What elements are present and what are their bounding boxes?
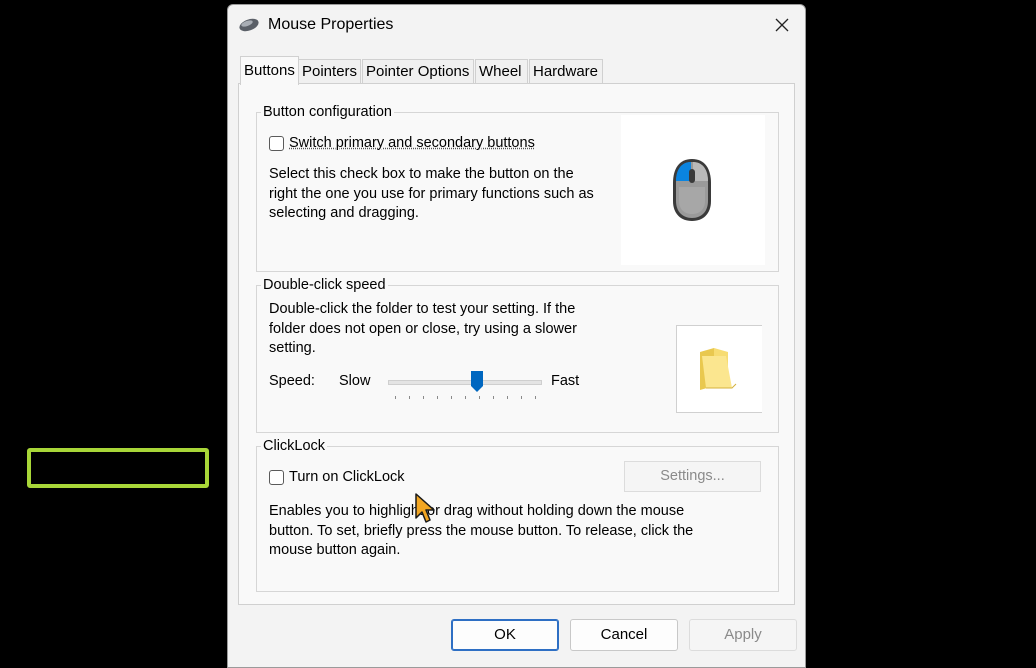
- slider-tick: [493, 396, 494, 399]
- mouse-app-icon: [239, 18, 259, 32]
- slider-tick: [451, 396, 452, 399]
- mouse-cursor-icon: [415, 493, 435, 523]
- speed-slider-track[interactable]: [388, 380, 542, 385]
- test-folder-area[interactable]: [676, 325, 762, 413]
- mouse-properties-window: Mouse Properties Buttons Pointers Pointe…: [227, 4, 806, 668]
- description-line: mouse button again.: [269, 542, 401, 558]
- ok-button[interactable]: OK: [451, 619, 559, 651]
- slider-tick: [507, 396, 508, 399]
- slider-tick: [479, 396, 480, 399]
- clicklock-description: Enables you to highlight or drag without…: [269, 502, 693, 561]
- tab-buttons[interactable]: Buttons: [240, 56, 299, 85]
- double-click-speed-title: Double-click speed: [261, 277, 388, 293]
- double-click-description: Double-click the folder to test your set…: [269, 300, 577, 359]
- slider-tick: [465, 396, 466, 399]
- switch-buttons-checkbox[interactable]: [269, 136, 284, 151]
- clicklock-highlight-box: [27, 448, 209, 488]
- description-line: button. To set, briefly press the mouse …: [269, 522, 694, 539]
- tab-pointer-options[interactable]: Pointer Options: [362, 59, 474, 83]
- mouse-preview: [621, 115, 765, 265]
- slow-label: Slow: [339, 373, 371, 389]
- tab-pointers[interactable]: Pointers: [298, 59, 361, 83]
- slider-tick: [535, 396, 536, 399]
- slider-tick: [395, 396, 396, 399]
- slider-tick: [437, 396, 438, 399]
- description-line: right the one you use for primary functi…: [269, 185, 594, 202]
- slider-tick: [521, 396, 522, 399]
- button-config-description: Select this check box to make the button…: [269, 165, 594, 224]
- clicklock-settings-button[interactable]: Settings...: [624, 461, 761, 492]
- clicklock-checkbox[interactable]: [269, 470, 284, 485]
- clicklock-title: ClickLock: [261, 438, 328, 454]
- description-line: Enables you to highlight or drag without…: [269, 503, 685, 519]
- fast-label: Fast: [551, 373, 580, 389]
- cancel-button[interactable]: Cancel: [570, 619, 678, 651]
- buttons-tab-panel: Button configuration Switch primary and …: [238, 83, 795, 605]
- speed-slider-thumb[interactable]: [471, 371, 484, 392]
- speed-label: Speed:: [269, 373, 315, 389]
- tab-hardware[interactable]: Hardware: [529, 59, 603, 83]
- description-line: Select this check box to make the button…: [269, 166, 574, 182]
- folder-icon: [700, 348, 737, 390]
- description-line: folder does not open or close, try using…: [269, 320, 577, 337]
- close-button[interactable]: [759, 5, 805, 45]
- description-line: selecting and dragging.: [269, 205, 419, 221]
- title-bar[interactable]: Mouse Properties: [228, 5, 805, 45]
- clicklock-label[interactable]: Turn on ClickLock: [289, 469, 405, 485]
- slider-tick: [409, 396, 410, 399]
- description-line: setting.: [269, 340, 316, 356]
- button-configuration-title: Button configuration: [261, 104, 394, 120]
- description-line: Double-click the folder to test your set…: [269, 301, 576, 317]
- mouse-icon: [673, 159, 711, 221]
- apply-button[interactable]: Apply: [689, 619, 797, 651]
- switch-buttons-label[interactable]: Switch primary and secondary buttons: [289, 135, 535, 151]
- window-title: Mouse Properties: [268, 16, 394, 33]
- slider-tick: [423, 396, 424, 399]
- tab-wheel[interactable]: Wheel: [475, 59, 528, 83]
- close-icon: [775, 18, 789, 32]
